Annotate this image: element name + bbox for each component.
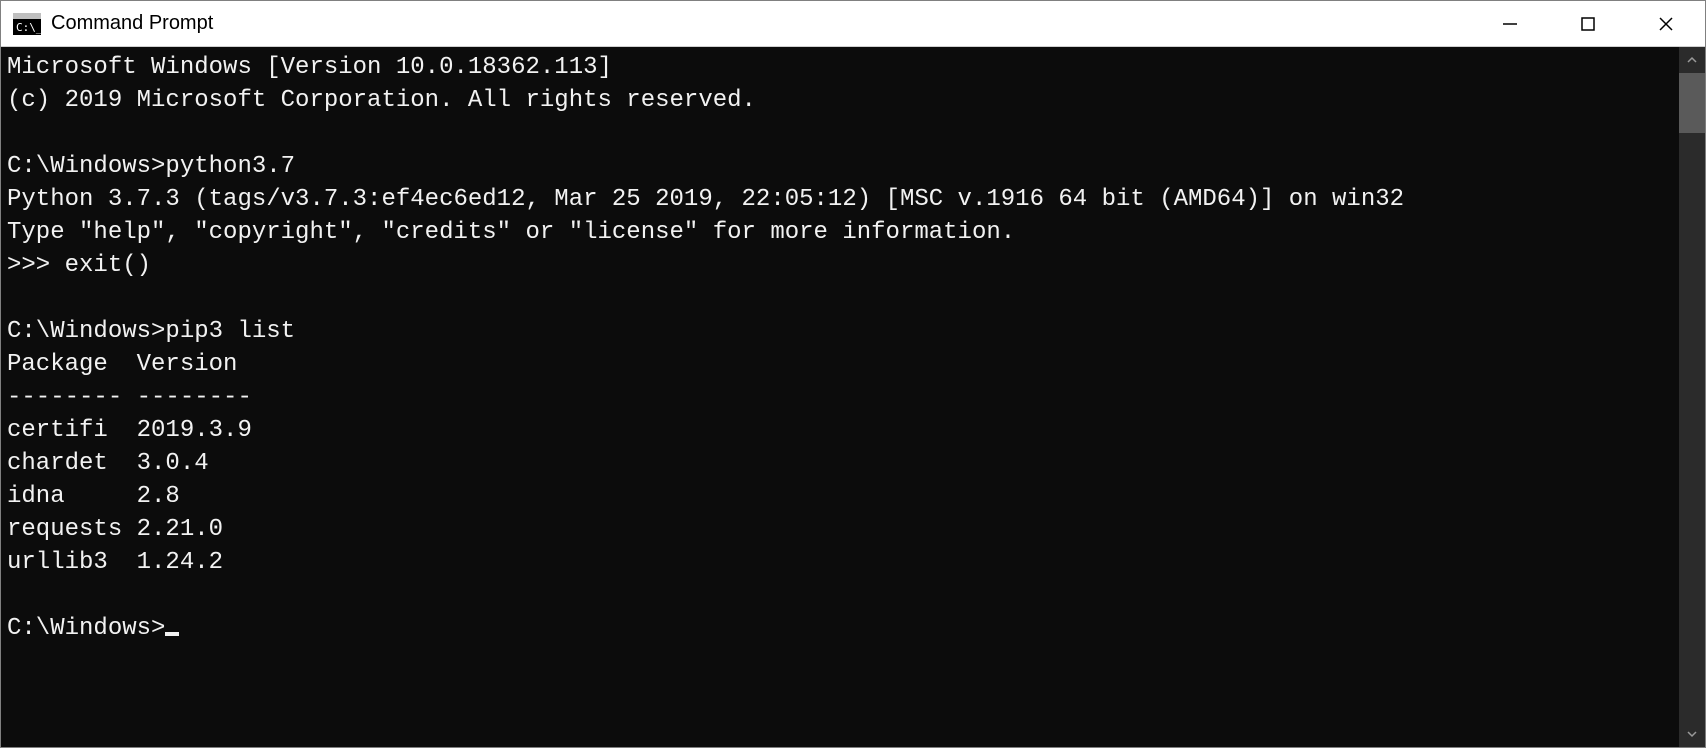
- terminal-line: C:\Windows>python3.7: [7, 150, 1679, 183]
- window-title: Command Prompt: [51, 12, 1471, 35]
- terminal-line: Package Version: [7, 348, 1679, 381]
- terminal-line: chardet 3.0.4: [7, 447, 1679, 480]
- terminal-line: requests 2.21.0: [7, 513, 1679, 546]
- terminal-line: >>> exit(): [7, 249, 1679, 282]
- terminal-line: [7, 579, 1679, 612]
- terminal-line: C:\Windows>: [7, 612, 1679, 645]
- vertical-scrollbar[interactable]: [1679, 47, 1705, 747]
- terminal-line: [7, 282, 1679, 315]
- terminal-line: [7, 117, 1679, 150]
- terminal-line: Python 3.7.3 (tags/v3.7.3:ef4ec6ed12, Ma…: [7, 183, 1679, 216]
- svg-text:C:\_: C:\_: [16, 21, 41, 34]
- terminal-line: urllib3 1.24.2: [7, 546, 1679, 579]
- minimize-button[interactable]: [1471, 1, 1549, 46]
- app-icon: C:\_: [13, 13, 41, 35]
- window-controls: [1471, 1, 1705, 46]
- scroll-down-arrow-icon[interactable]: [1679, 721, 1705, 747]
- terminal-line: (c) 2019 Microsoft Corporation. All righ…: [7, 84, 1679, 117]
- command-prompt-window: C:\_ Command Prompt Microsoft Windows [V…: [0, 0, 1706, 748]
- maximize-button[interactable]: [1549, 1, 1627, 46]
- terminal-line: -------- --------: [7, 381, 1679, 414]
- terminal-line: certifi 2019.3.9: [7, 414, 1679, 447]
- client-area: Microsoft Windows [Version 10.0.18362.11…: [1, 47, 1705, 747]
- scroll-thumb[interactable]: [1679, 73, 1705, 133]
- terminal-line: Microsoft Windows [Version 10.0.18362.11…: [7, 51, 1679, 84]
- cursor-icon: [165, 632, 179, 636]
- terminal-line: idna 2.8: [7, 480, 1679, 513]
- terminal-line: Type "help", "copyright", "credits" or "…: [7, 216, 1679, 249]
- terminal-line: C:\Windows>pip3 list: [7, 315, 1679, 348]
- titlebar[interactable]: C:\_ Command Prompt: [1, 1, 1705, 47]
- scroll-up-arrow-icon[interactable]: [1679, 47, 1705, 73]
- close-button[interactable]: [1627, 1, 1705, 46]
- terminal-output[interactable]: Microsoft Windows [Version 10.0.18362.11…: [1, 47, 1679, 747]
